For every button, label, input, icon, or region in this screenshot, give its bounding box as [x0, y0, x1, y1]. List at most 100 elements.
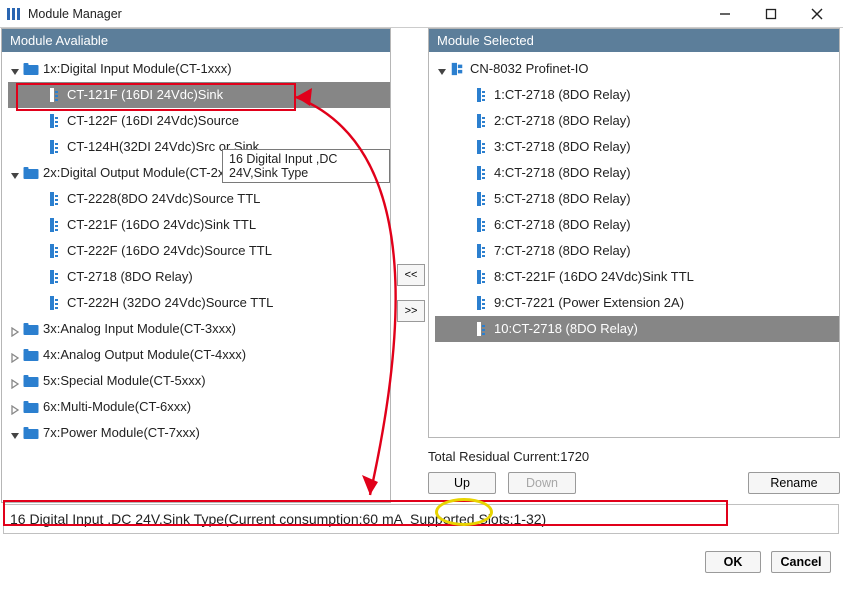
- tree-item-label: CT-122F (16DI 24Vdc)Source: [67, 112, 239, 130]
- tree-item[interactable]: 2:CT-2718 (8DO Relay): [435, 108, 839, 134]
- expand-arrow-icon[interactable]: [437, 64, 447, 74]
- tree-group-label: 4x:Analog Output Module(CT-4xxx): [43, 346, 246, 364]
- tree-item[interactable]: 3:CT-2718 (8DO Relay): [435, 134, 839, 160]
- tree-item-label: CT-222F (16DO 24Vdc)Source TTL: [67, 242, 272, 260]
- tree-item[interactable]: CT-2718 (8DO Relay): [8, 264, 390, 290]
- minimize-button[interactable]: [711, 3, 739, 25]
- expand-arrow-icon[interactable]: [10, 350, 20, 360]
- window-title: Module Manager: [28, 7, 711, 21]
- move-right-button[interactable]: >>: [397, 300, 425, 322]
- close-button[interactable]: [803, 3, 831, 25]
- tree-item[interactable]: 6:CT-2718 (8DO Relay): [435, 212, 839, 238]
- tree-item-label: 5:CT-2718 (8DO Relay): [494, 190, 631, 208]
- expand-arrow-icon[interactable]: [10, 324, 20, 334]
- tree-item-label: 1:CT-2718 (8DO Relay): [494, 86, 631, 104]
- module-icon: [474, 269, 488, 285]
- module-icon: [47, 269, 61, 285]
- ok-button[interactable]: OK: [705, 551, 761, 573]
- module-available-header: Module Avaliable: [2, 29, 390, 52]
- expand-arrow-icon[interactable]: [10, 64, 20, 74]
- maximize-button[interactable]: [757, 3, 785, 25]
- module-icon: [474, 113, 488, 129]
- tree-item[interactable]: 9:CT-7221 (Power Extension 2A): [435, 290, 839, 316]
- tree-item[interactable]: CT-222F (16DO 24Vdc)Source TTL: [8, 238, 390, 264]
- tree-root[interactable]: CN-8032 Profinet-IO: [435, 56, 839, 82]
- residual-label: Total Residual Current:: [428, 449, 560, 464]
- module-available-panel: Module Avaliable 1x:Digital Input Module…: [1, 28, 391, 503]
- tree-group[interactable]: 1x:Digital Input Module(CT-1xxx): [8, 56, 390, 82]
- rename-button[interactable]: Rename: [748, 472, 840, 494]
- tree-item-label: 6:CT-2718 (8DO Relay): [494, 216, 631, 234]
- tree-item[interactable]: 8:CT-221F (16DO 24Vdc)Sink TTL: [435, 264, 839, 290]
- tree-root-label: CN-8032 Profinet-IO: [470, 60, 589, 78]
- tree-group-label: 2x:Digital Output Module(CT-2xxx): [43, 164, 242, 182]
- tree-item[interactable]: 10:CT-2718 (8DO Relay): [435, 316, 839, 342]
- module-icon: [474, 139, 488, 155]
- folder-icon: [23, 400, 39, 414]
- cancel-button[interactable]: Cancel: [771, 551, 831, 573]
- tree-item-label: CT-222H (32DO 24Vdc)Source TTL: [67, 294, 273, 312]
- folder-icon: [23, 62, 39, 76]
- module-selected-header: Module Selected: [429, 29, 839, 52]
- tree-item[interactable]: 5:CT-2718 (8DO Relay): [435, 186, 839, 212]
- app-icon: [6, 6, 22, 22]
- tree-group[interactable]: 7x:Power Module(CT-7xxx): [8, 420, 390, 446]
- module-selected-tree[interactable]: CN-8032 Profinet-IO 1:CT-2718 (8DO Relay)…: [429, 52, 839, 436]
- tree-item[interactable]: CT-122F (16DI 24Vdc)Source: [8, 108, 390, 134]
- module-icon: [47, 87, 61, 103]
- tree-group[interactable]: 6x:Multi-Module(CT-6xxx): [8, 394, 390, 420]
- tree-group-label: 5x:Special Module(CT-5xxx): [43, 372, 206, 390]
- tree-item[interactable]: CT-221F (16DO 24Vdc)Sink TTL: [8, 212, 390, 238]
- residual-value: 1720: [560, 449, 589, 464]
- module-icon: [47, 139, 61, 155]
- expand-arrow-icon[interactable]: [10, 402, 20, 412]
- tree-item-label: 3:CT-2718 (8DO Relay): [494, 138, 631, 156]
- module-icon: [47, 217, 61, 233]
- tree-item[interactable]: CT-121F (16DI 24Vdc)Sink: [8, 82, 390, 108]
- tree-group[interactable]: 4x:Analog Output Module(CT-4xxx): [8, 342, 390, 368]
- tree-item-label: CT-221F (16DO 24Vdc)Sink TTL: [67, 216, 256, 234]
- tree-item-label: 8:CT-221F (16DO 24Vdc)Sink TTL: [494, 268, 694, 286]
- module-icon: [474, 217, 488, 233]
- tree-item[interactable]: 1:CT-2718 (8DO Relay): [435, 82, 839, 108]
- expand-arrow-icon[interactable]: [10, 428, 20, 438]
- folder-icon: [23, 374, 39, 388]
- tree-group[interactable]: 5x:Special Module(CT-5xxx): [8, 368, 390, 394]
- tree-item-label: 9:CT-7221 (Power Extension 2A): [494, 294, 684, 312]
- module-icon: [47, 113, 61, 129]
- module-selected-panel: Module Selected CN-8032 Profinet-IO 1:CT-…: [428, 28, 840, 438]
- module-icon: [474, 191, 488, 207]
- down-button[interactable]: Down: [508, 472, 576, 494]
- tree-item[interactable]: 4:CT-2718 (8DO Relay): [435, 160, 839, 186]
- move-left-button[interactable]: <<: [397, 264, 425, 286]
- main-content: Module Avaliable 1x:Digital Input Module…: [0, 28, 843, 526]
- module-icon: [474, 295, 488, 311]
- folder-icon: [23, 322, 39, 336]
- tree-group-label: 3x:Analog Input Module(CT-3xxx): [43, 320, 236, 338]
- module-icon: [474, 165, 488, 181]
- tree-item-label: 10:CT-2718 (8DO Relay): [494, 320, 638, 338]
- expand-arrow-icon[interactable]: [10, 376, 20, 386]
- folder-icon: [23, 426, 39, 440]
- tree-item[interactable]: CT-2228(8DO 24Vdc)Source TTL: [8, 186, 390, 212]
- tree-item[interactable]: 7:CT-2718 (8DO Relay): [435, 238, 839, 264]
- expand-arrow-icon[interactable]: [10, 168, 20, 178]
- tree-item-label: CT-2718 (8DO Relay): [67, 268, 193, 286]
- up-button[interactable]: Up: [428, 472, 496, 494]
- description-input[interactable]: [3, 504, 839, 534]
- tree-group-label: 7x:Power Module(CT-7xxx): [43, 424, 200, 442]
- tree-item[interactable]: CT-222H (32DO 24Vdc)Source TTL: [8, 290, 390, 316]
- tree-group[interactable]: 3x:Analog Input Module(CT-3xxx): [8, 316, 390, 342]
- module-icon: [474, 243, 488, 259]
- tree-group-label: 1x:Digital Input Module(CT-1xxx): [43, 60, 232, 78]
- module-icon: [47, 243, 61, 259]
- transfer-buttons: << >>: [397, 264, 425, 322]
- tree-item-label: CT-2228(8DO 24Vdc)Source TTL: [67, 190, 260, 208]
- module-icon: [474, 321, 488, 337]
- folder-icon: [23, 166, 39, 180]
- titlebar: Module Manager: [0, 0, 843, 28]
- folder-icon: [23, 348, 39, 362]
- module-available-tree[interactable]: 1x:Digital Input Module(CT-1xxx) CT-121F …: [2, 52, 390, 501]
- module-icon: [47, 295, 61, 311]
- tree-item-label: 2:CT-2718 (8DO Relay): [494, 112, 631, 130]
